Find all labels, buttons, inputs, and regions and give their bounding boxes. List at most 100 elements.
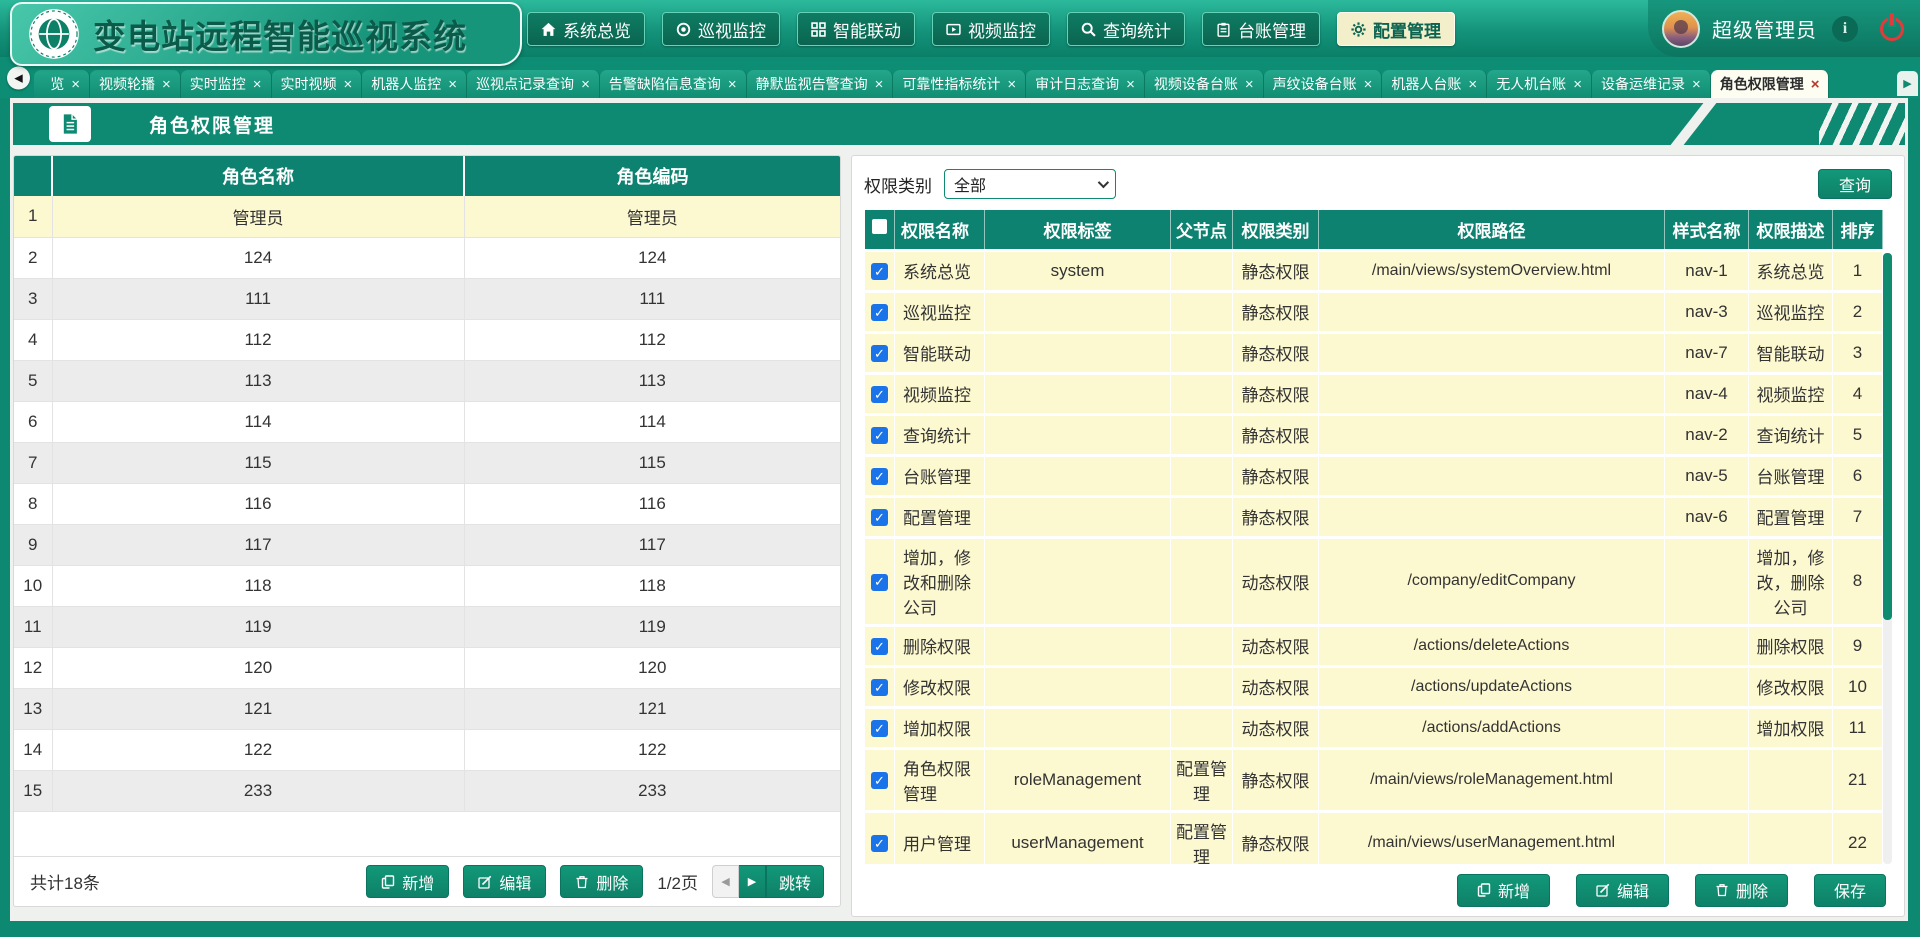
row-index[interactable]: 14 — [14, 729, 52, 770]
role-name[interactable]: 124 — [52, 237, 464, 278]
table-scrollbar[interactable] — [1883, 253, 1892, 864]
perm-type[interactable]: 静态权限 — [1233, 496, 1319, 537]
close-icon[interactable]: × — [1126, 77, 1135, 92]
role-name[interactable]: 118 — [52, 565, 464, 606]
tab-巡视点记录查询[interactable]: 巡视点记录查询× — [467, 70, 600, 98]
role-code[interactable]: 233 — [464, 770, 840, 811]
row-checkbox[interactable]: ✓ — [871, 427, 888, 444]
row-index[interactable]: 4 — [14, 319, 52, 360]
row-index[interactable]: 5 — [14, 360, 52, 401]
perm-order[interactable]: 1 — [1833, 250, 1883, 291]
perm-tag[interactable] — [985, 291, 1171, 332]
row-index[interactable]: 8 — [14, 483, 52, 524]
perm-order[interactable]: 21 — [1833, 748, 1883, 811]
row-checkbox[interactable]: ✓ — [871, 772, 888, 789]
close-icon[interactable]: × — [1245, 77, 1254, 92]
perm-parent[interactable] — [1171, 373, 1233, 414]
perm-path[interactable] — [1319, 414, 1665, 455]
perm-order[interactable]: 7 — [1833, 496, 1883, 537]
row-index[interactable]: 13 — [14, 688, 52, 729]
role-row[interactable]: 13121121 — [14, 688, 840, 729]
role-code[interactable]: 112 — [464, 319, 840, 360]
role-name[interactable]: 122 — [52, 729, 464, 770]
role-code[interactable]: 115 — [464, 442, 840, 483]
row-checkbox[interactable]: ✓ — [871, 345, 888, 362]
roles-edit-button[interactable]: 编辑 — [463, 865, 546, 898]
perm-desc[interactable]: 修改权限 — [1749, 666, 1833, 707]
perm-parent[interactable] — [1171, 455, 1233, 496]
roles-delete-button[interactable]: 删除 — [560, 865, 643, 898]
permission-row[interactable]: ✓角色权限管理roleManagement配置管理静态权限/main/views… — [865, 748, 1883, 811]
role-name[interactable]: 115 — [52, 442, 464, 483]
tab-告警缺陷信息查询[interactable]: 告警缺陷信息查询× — [600, 70, 747, 98]
perm-path[interactable]: /actions/deleteActions — [1319, 625, 1665, 666]
tab-视频设备台账[interactable]: 视频设备台账× — [1145, 70, 1264, 98]
perm-name[interactable]: 增加，修改和删除公司 — [895, 537, 985, 625]
row-index[interactable]: 9 — [14, 524, 52, 565]
role-row[interactable]: 15233233 — [14, 770, 840, 811]
role-name[interactable]: 119 — [52, 606, 464, 647]
role-row[interactable]: 8116116 — [14, 483, 840, 524]
role-name[interactable]: 管理员 — [52, 196, 464, 237]
row-checkbox[interactable]: ✓ — [871, 304, 888, 321]
perm-path[interactable] — [1319, 291, 1665, 332]
permission-row[interactable]: ✓视频监控静态权限nav-4视频监控4 — [865, 373, 1883, 414]
perm-parent[interactable] — [1171, 707, 1233, 748]
perm-desc[interactable] — [1749, 748, 1833, 811]
search-button[interactable]: 查询 — [1818, 169, 1892, 199]
perm-type[interactable]: 静态权限 — [1233, 748, 1319, 811]
perm-parent[interactable] — [1171, 414, 1233, 455]
role-code[interactable]: 116 — [464, 483, 840, 524]
close-icon[interactable]: × — [253, 77, 262, 92]
role-code[interactable]: 119 — [464, 606, 840, 647]
perm-parent[interactable] — [1171, 666, 1233, 707]
role-code[interactable]: 111 — [464, 278, 840, 319]
perm-save-button[interactable]: 保存 — [1814, 874, 1886, 907]
tab-设备运维记录[interactable]: 设备运维记录× — [1592, 70, 1711, 98]
perm-order[interactable]: 2 — [1833, 291, 1883, 332]
role-row[interactable]: 3111111 — [14, 278, 840, 319]
row-checkbox[interactable]: ✓ — [871, 638, 888, 655]
perm-name[interactable]: 智能联动 — [895, 332, 985, 373]
role-name[interactable]: 113 — [52, 360, 464, 401]
tab-视频轮播[interactable]: 视频轮播× — [90, 70, 181, 98]
close-icon[interactable]: × — [581, 77, 590, 92]
perm-style[interactable] — [1665, 707, 1749, 748]
perm-order[interactable]: 3 — [1833, 332, 1883, 373]
perm-order[interactable]: 6 — [1833, 455, 1883, 496]
perm-name[interactable]: 查询统计 — [895, 414, 985, 455]
role-name[interactable]: 112 — [52, 319, 464, 360]
perm-order[interactable]: 8 — [1833, 537, 1883, 625]
perm-type[interactable]: 静态权限 — [1233, 332, 1319, 373]
permission-row[interactable]: ✓查询统计静态权限nav-2查询统计5 — [865, 414, 1883, 455]
perm-style[interactable]: nav-6 — [1665, 496, 1749, 537]
perm-order[interactable]: 5 — [1833, 414, 1883, 455]
role-row[interactable]: 12120120 — [14, 647, 840, 688]
perm-parent[interactable] — [1171, 332, 1233, 373]
row-checkbox[interactable]: ✓ — [871, 386, 888, 403]
role-code[interactable]: 117 — [464, 524, 840, 565]
row-checkbox[interactable]: ✓ — [871, 720, 888, 737]
perm-style[interactable]: nav-2 — [1665, 414, 1749, 455]
role-code[interactable]: 121 — [464, 688, 840, 729]
row-checkbox[interactable]: ✓ — [871, 263, 888, 280]
perm-style[interactable]: nav-3 — [1665, 291, 1749, 332]
role-code[interactable]: 124 — [464, 237, 840, 278]
row-index[interactable]: 1 — [14, 196, 52, 237]
permission-row[interactable]: ✓智能联动静态权限nav-7智能联动3 — [865, 332, 1883, 373]
scrollbar-thumb[interactable] — [1883, 253, 1892, 620]
perm-style[interactable] — [1665, 666, 1749, 707]
nav-button-search[interactable]: 查询统计 — [1067, 12, 1185, 46]
perm-parent[interactable] — [1171, 625, 1233, 666]
role-row[interactable]: 1管理员管理员 — [14, 196, 840, 237]
close-icon[interactable]: × — [162, 77, 171, 92]
perm-name[interactable]: 系统总览 — [895, 250, 985, 291]
row-index[interactable]: 2 — [14, 237, 52, 278]
perm-delete-button[interactable]: 删除 — [1695, 874, 1788, 907]
perm-name[interactable]: 配置管理 — [895, 496, 985, 537]
perm-type[interactable]: 静态权限 — [1233, 455, 1319, 496]
perm-parent[interactable] — [1171, 291, 1233, 332]
tab-机器人监控[interactable]: 机器人监控× — [362, 70, 467, 98]
role-row[interactable]: 11119119 — [14, 606, 840, 647]
tab-实时监控[interactable]: 实时监控× — [181, 70, 272, 98]
